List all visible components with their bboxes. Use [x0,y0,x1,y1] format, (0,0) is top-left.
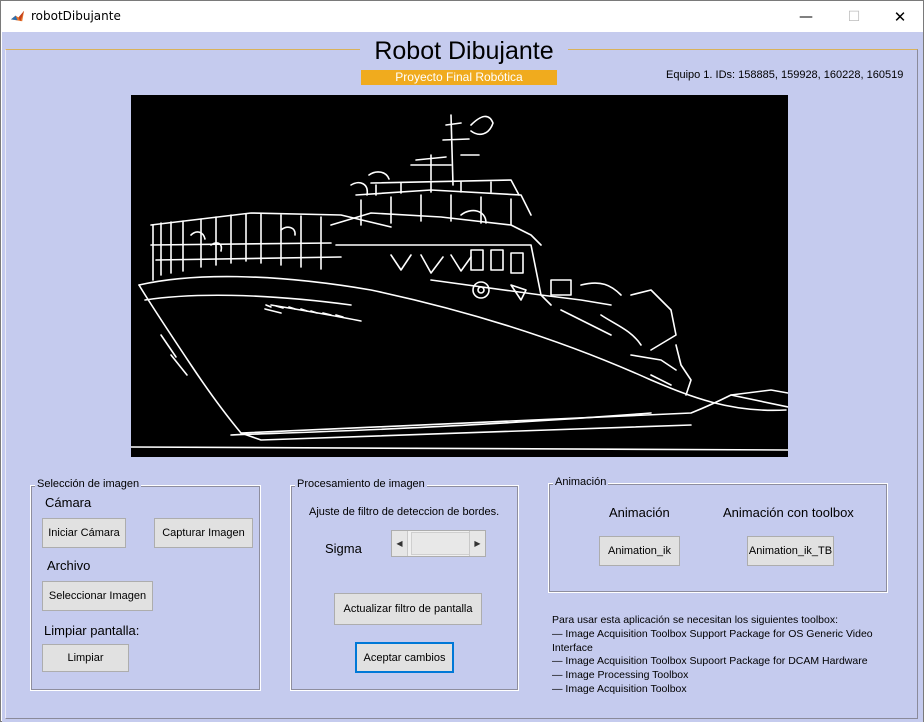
file-label: Archivo [47,558,91,573]
filter-description: Ajuste de filtro de deteccion de bordes. [309,506,500,518]
minimize-button[interactable]: — [783,1,829,32]
start-camera-button[interactable]: Iniciar Cámara [42,518,126,548]
info-line: Para usar esta aplicación se necesitan l… [552,614,839,626]
team-label: Equipo 1. IDs: 158885, 159928, 160228, 1… [666,69,904,81]
close-button[interactable]: ✕ [877,1,923,32]
slider-right-arrow-icon[interactable]: ▶ [469,531,485,556]
subtitle-banner: Proyecto Final Robótica [361,70,557,85]
info-line: — Image Acquisition Toolbox [552,682,687,695]
edge-image [131,114,788,451]
animation-label: Animación [609,505,670,520]
clear-screen-label: Limpiar pantalla: [44,623,140,638]
info-line: — Image Processing Toolbox [552,669,689,682]
info-line: — Image Acquisition Toolbox Support Pack… [552,627,873,654]
title-bar[interactable]: robotDibujante — ☐ ✕ [1,1,923,32]
accept-changes-button[interactable]: Aceptar cambios [355,642,454,673]
window-title: robotDibujante [31,9,121,23]
animation-toolbox-label: Animación con toolbox [723,505,854,520]
update-filter-button[interactable]: Actualizar filtro de pantalla [334,593,482,625]
toolbox-requirements: Para usar esta aplicación se necesitan l… [552,614,892,697]
info-line: — Image Acquisition Toolbox Supoort Pack… [552,655,868,668]
image-selection-title: Selección de imagen [35,478,142,490]
sigma-slider[interactable]: ◀ ▶ [391,530,486,557]
slider-thumb[interactable] [411,532,471,555]
slider-left-arrow-icon[interactable]: ◀ [392,531,408,556]
capture-image-button[interactable]: Capturar Imagen [154,518,253,548]
app-window: robotDibujante — ☐ ✕ Robot Dibujante Pro… [0,0,924,722]
image-axes[interactable] [131,95,788,457]
animation-ik-tb-button[interactable]: Animation_ik_TB [747,536,834,566]
page-title: Robot Dibujante [360,37,568,66]
animation-ik-button[interactable]: Animation_ik [599,536,680,566]
animation-panel-title: Animación [553,476,609,488]
maximize-button[interactable]: ☐ [831,1,877,32]
camera-label: Cámara [45,495,92,510]
select-image-button[interactable]: Seleccionar Imagen [42,581,153,611]
clear-button[interactable]: Limpiar [42,644,129,672]
image-processing-title: Procesamiento de imagen [295,478,427,490]
matlab-icon [10,9,25,24]
figure-area: Robot Dibujante Proyecto Final Robótica … [2,32,923,722]
sigma-label: Sigma [325,541,362,556]
